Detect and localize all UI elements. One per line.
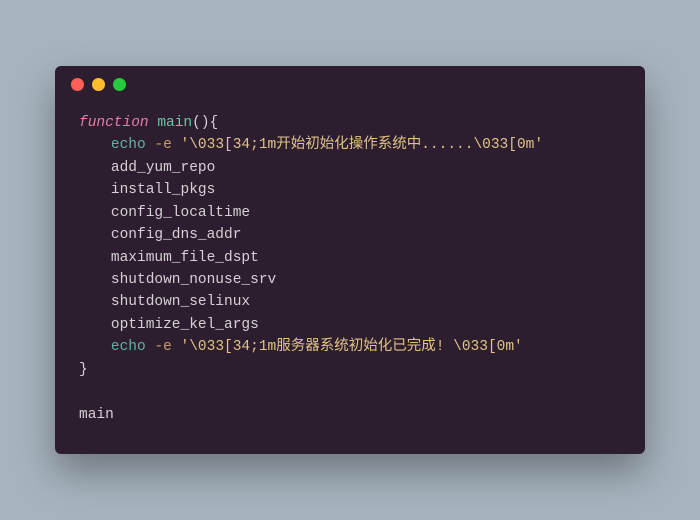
code-block: function main(){ echo -e '\033[34;1m开始初始… bbox=[55, 104, 645, 455]
window-titlebar bbox=[55, 66, 645, 104]
brace-close: } bbox=[79, 362, 88, 378]
command-echo: echo bbox=[111, 339, 146, 355]
flag-e: -e bbox=[146, 137, 181, 153]
call-config-dns-addr: config_dns_addr bbox=[111, 227, 242, 243]
call-maximum-file-dspt: maximum_file_dspt bbox=[111, 250, 259, 266]
string-literal: '\033[34;1m开始初始化操作系统中......\033[0m' bbox=[181, 137, 544, 153]
call-optimize-kel-args: optimize_kel_args bbox=[111, 317, 259, 333]
call-main: main bbox=[79, 407, 114, 423]
command-echo: echo bbox=[111, 137, 146, 153]
call-config-localtime: config_localtime bbox=[111, 205, 250, 221]
function-name: main bbox=[149, 115, 193, 131]
maximize-icon[interactable] bbox=[113, 78, 126, 91]
call-shutdown-nonuse-srv: shutdown_nonuse_srv bbox=[111, 272, 276, 288]
brace-open: (){ bbox=[192, 115, 218, 131]
terminal-window: function main(){ echo -e '\033[34;1m开始初始… bbox=[55, 66, 645, 455]
minimize-icon[interactable] bbox=[92, 78, 105, 91]
keyword-function: function bbox=[79, 115, 149, 131]
string-literal: '\033[34;1m服务器系统初始化已完成! \033[0m' bbox=[181, 339, 523, 355]
call-add-yum-repo: add_yum_repo bbox=[111, 160, 215, 176]
call-install-pkgs: install_pkgs bbox=[111, 182, 215, 198]
close-icon[interactable] bbox=[71, 78, 84, 91]
flag-e: -e bbox=[146, 339, 181, 355]
call-shutdown-selinux: shutdown_selinux bbox=[111, 294, 250, 310]
